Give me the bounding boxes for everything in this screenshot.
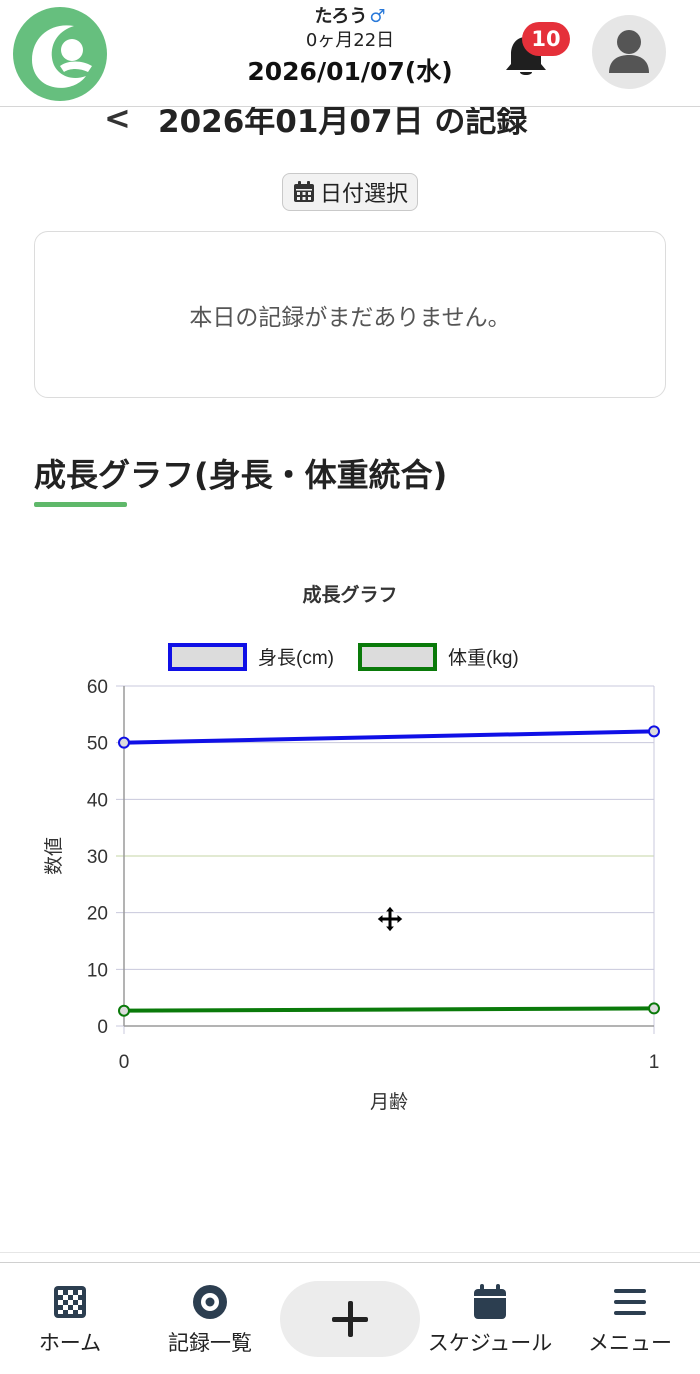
series-line-1 [123, 1006, 655, 1013]
nav-label-menu: メニュー [588, 1331, 672, 1355]
series-line-0 [123, 729, 655, 745]
user-icon [609, 30, 649, 73]
add-record-button[interactable] [280, 1281, 420, 1357]
record-list-icon [193, 1285, 227, 1319]
y-axis-title: 数値 [43, 837, 65, 875]
bottom-separator [0, 1252, 700, 1253]
nav-label-record-list: 記録一覧 [168, 1331, 252, 1355]
nav-record-list[interactable]: 記録一覧 [140, 1263, 280, 1374]
y-tick-label: 30 [87, 847, 108, 868]
child-info: たろう ♂ 0ヶ月22日 2026/01/07(水) [200, 6, 500, 88]
section-underline [34, 502, 127, 507]
legend-label-1: 体重(kg) [448, 647, 519, 669]
home-grid-icon [54, 1286, 86, 1318]
app-logo-icon[interactable] [10, 6, 110, 102]
growth-chart[interactable]: 成長グラフ身長(cm) 体重(kg) 0 10 20 30 40 50 60 0 1 月齢 数値 [30, 570, 680, 1130]
notification-badge[interactable]: 10 [522, 22, 570, 56]
y-tick-label: 60 [87, 677, 108, 698]
y-tick-label: 40 [87, 790, 108, 811]
y-tick-label: 20 [87, 904, 108, 925]
header-date: 2026/01/07(水) [247, 57, 453, 86]
growth-section-title: 成長グラフ(身長・体重統合) [34, 456, 448, 494]
nav-schedule[interactable]: スケジュール [420, 1263, 560, 1374]
move-cursor-icon [376, 905, 404, 933]
data-point-0-0 [118, 736, 130, 749]
data-point-1-1 [648, 1002, 660, 1015]
date-select-button[interactable]: 日付選択 [282, 173, 418, 211]
legend-swatch-0 [168, 643, 247, 671]
y-tick-label: 50 [87, 734, 108, 755]
x-tick-label: 1 [649, 1052, 660, 1073]
calendar-icon [293, 181, 314, 202]
nav-home[interactable]: ホーム [0, 1263, 140, 1374]
gender-symbol: ♂ [369, 6, 386, 27]
empty-record-message: 本日の記録がまだありません。 [189, 304, 511, 331]
avatar[interactable] [592, 15, 666, 89]
date-select-label: 日付選択 [319, 182, 408, 207]
nav-label-schedule: スケジュール [427, 1331, 553, 1355]
nav-menu[interactable]: メニュー [560, 1263, 700, 1374]
child-age: 0ヶ月22日 [305, 30, 395, 51]
app-header: たろう ♂ 0ヶ月22日 2026/01/07(水) 10 [0, 0, 700, 107]
empty-record-card: 本日の記録がまだありません。 [34, 231, 666, 398]
data-point-1-0 [118, 1004, 130, 1017]
nav-label-home: ホーム [38, 1331, 102, 1355]
data-point-0-1 [648, 725, 660, 738]
child-name-line: たろう ♂ [200, 6, 500, 28]
plus-icon [332, 1301, 368, 1337]
child-name: たろう [314, 6, 368, 27]
y-tick-label: 0 [97, 1017, 108, 1038]
legend-label-0: 身長(cm) [258, 647, 334, 669]
calendar-icon [474, 1284, 506, 1319]
chart-title: 成長グラフ [302, 583, 397, 606]
menu-icon [614, 1289, 646, 1315]
x-tick-label: 0 [119, 1052, 130, 1073]
y-tick-label: 10 [87, 960, 108, 981]
legend-swatch-1 [358, 643, 437, 671]
growth-chart-svg: 成長グラフ身長(cm) 体重(kg) 0 10 20 30 40 50 60 0 1 月齢 数値 [43, 583, 660, 1113]
x-axis-title: 月齢 [370, 1091, 408, 1113]
